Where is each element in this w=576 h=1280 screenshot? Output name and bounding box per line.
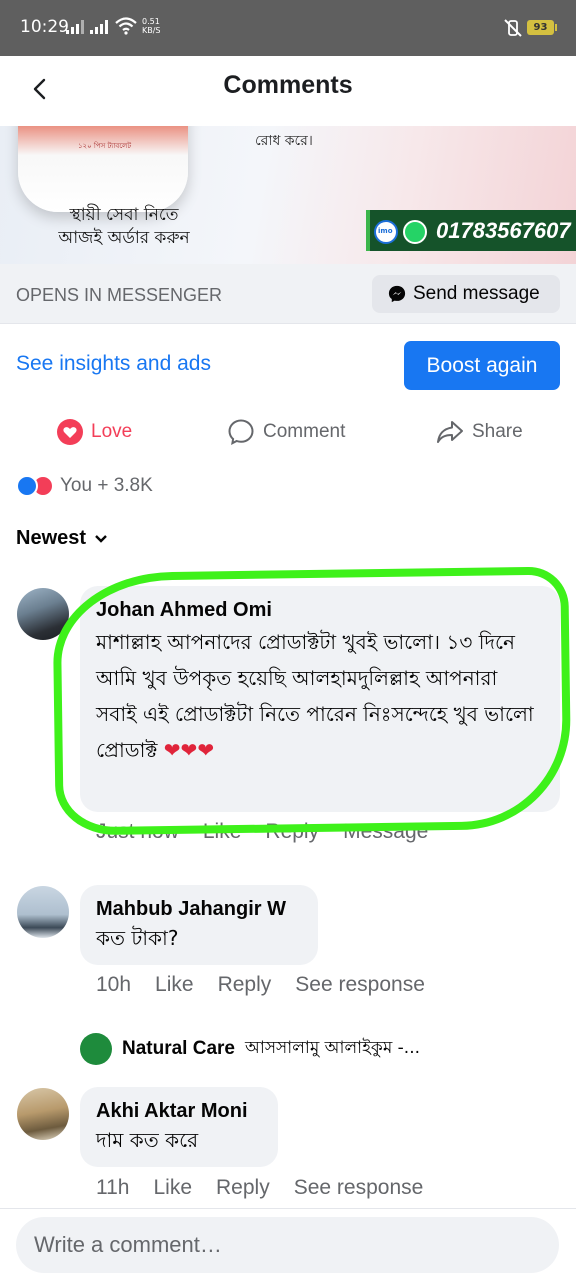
wifi-icon xyxy=(115,17,137,35)
reply-link[interactable]: Reply xyxy=(265,820,319,844)
battery-indicator: 93 xyxy=(527,20,557,35)
status-bar: 10:29 0.51 KB/S 93 xyxy=(0,0,576,56)
messenger-cta-row: OPENS IN MESSENGER Send message xyxy=(0,264,576,324)
product-bottle-image xyxy=(18,126,188,212)
message-link[interactable]: Message xyxy=(343,820,428,844)
speed-value: 0.51 xyxy=(142,17,160,26)
boost-again-button[interactable]: Boost again xyxy=(404,341,560,390)
reactions-count: You + 3.8K xyxy=(60,475,153,496)
comment-author[interactable]: Akhi Aktar Moni xyxy=(96,1097,262,1125)
comment-button[interactable]: Comment xyxy=(227,416,345,448)
see-insights-link[interactable]: See insights and ads xyxy=(16,352,211,376)
comment-text: মাশাল্লাহ আপনাদের প্রোডাক্টটা খুবই ভালো।… xyxy=(96,624,544,768)
silent-mode-icon xyxy=(504,19,522,37)
imo-icon xyxy=(374,220,398,244)
see-response-link[interactable]: See response xyxy=(294,1176,424,1200)
send-message-button[interactable]: Send message xyxy=(372,275,560,313)
comment-meta: Just now Like Reply Message xyxy=(96,820,428,844)
avatar[interactable] xyxy=(17,588,69,640)
comment-bubble: Johan Ahmed Omi মাশাল্লাহ আপনাদের প্রোডা… xyxy=(80,586,560,812)
reply-snippet: আসসালামু আলাইকুম -... xyxy=(245,1038,421,1058)
like-link[interactable]: Like xyxy=(203,820,242,844)
comment-author[interactable]: Johan Ahmed Omi xyxy=(96,596,544,624)
comment-bubble: Mahbub Jahangir W কত টাকা? xyxy=(80,885,318,965)
comment-time: 10h xyxy=(96,973,132,996)
signal-2-icon xyxy=(90,19,108,34)
top-app-bar: Comments xyxy=(0,56,576,126)
like-link[interactable]: Like xyxy=(155,973,194,997)
natural-care-avatar xyxy=(80,1033,112,1065)
share-arrow-icon xyxy=(437,421,463,443)
like-reaction-icon xyxy=(16,475,38,497)
bottle-label: ১২০ পিস ট্যাবলেট xyxy=(78,142,132,150)
sort-label: Newest xyxy=(16,527,87,549)
reply-author: Natural Care xyxy=(122,1038,235,1059)
ad-tagline: স্থায়ী সেবা নিতে আজই অর্ডার করুন xyxy=(44,204,204,250)
comment-composer xyxy=(0,1208,576,1280)
share-button[interactable]: Share xyxy=(436,416,523,448)
comment-text: দাম কত করে xyxy=(96,1128,199,1152)
hearts-emoji: ❤❤❤ xyxy=(163,738,215,762)
page-title: Comments xyxy=(223,71,353,99)
reply-link[interactable]: Reply xyxy=(216,1176,270,1200)
comment-author[interactable]: Mahbub Jahangir W xyxy=(96,895,302,923)
comment-sort-dropdown[interactable]: Newest xyxy=(16,527,108,550)
signal-1-icon xyxy=(66,19,84,34)
ad-tagline-line1: স্থায়ী সেবা নিতে xyxy=(69,205,179,225)
share-label: Share xyxy=(472,421,523,442)
reply-preview[interactable]: Natural Care আসসালামু আলাইকুম -... xyxy=(80,1033,420,1065)
comment-meta: 10h Like Reply See response xyxy=(96,973,425,997)
send-message-label: Send message xyxy=(413,283,540,304)
ad-text-top: রোধ করে। xyxy=(255,133,313,149)
comment-bubble-icon xyxy=(228,419,254,445)
reactions-summary[interactable]: You + 3.8K xyxy=(16,475,153,497)
see-response-link[interactable]: See response xyxy=(295,973,425,997)
comment-meta: 11h Like Reply See response xyxy=(96,1176,423,1200)
avatar[interactable] xyxy=(17,1088,69,1140)
comment-time: Just now xyxy=(96,820,179,843)
write-comment-input[interactable] xyxy=(16,1217,559,1273)
status-time: 10:29 xyxy=(20,17,69,37)
like-link[interactable]: Like xyxy=(153,1176,192,1200)
love-icon xyxy=(57,419,83,445)
comment-body: মাশাল্লাহ আপনাদের প্রোডাক্টটা খুবই ভালো।… xyxy=(96,630,534,762)
comment-text: কত টাকা? xyxy=(96,926,179,950)
opens-in-messenger-label: OPENS IN MESSENGER xyxy=(16,285,223,305)
chevron-down-icon xyxy=(95,534,107,543)
network-speed: 0.51 KB/S xyxy=(142,17,161,35)
comment-label: Comment xyxy=(263,421,346,442)
ad-tagline-line2: আজই অর্ডার করুন xyxy=(58,228,190,248)
speed-unit: KB/S xyxy=(142,26,161,35)
love-label: Love xyxy=(91,421,133,442)
avatar[interactable] xyxy=(17,886,69,938)
messenger-icon xyxy=(388,285,406,303)
whatsapp-icon xyxy=(403,220,427,244)
comment-bubble: Akhi Aktar Moni দাম কত করে xyxy=(80,1087,278,1167)
reply-link[interactable]: Reply xyxy=(218,973,272,997)
comment-time: 11h xyxy=(96,1176,130,1199)
love-reaction-button[interactable]: Love xyxy=(57,416,132,448)
